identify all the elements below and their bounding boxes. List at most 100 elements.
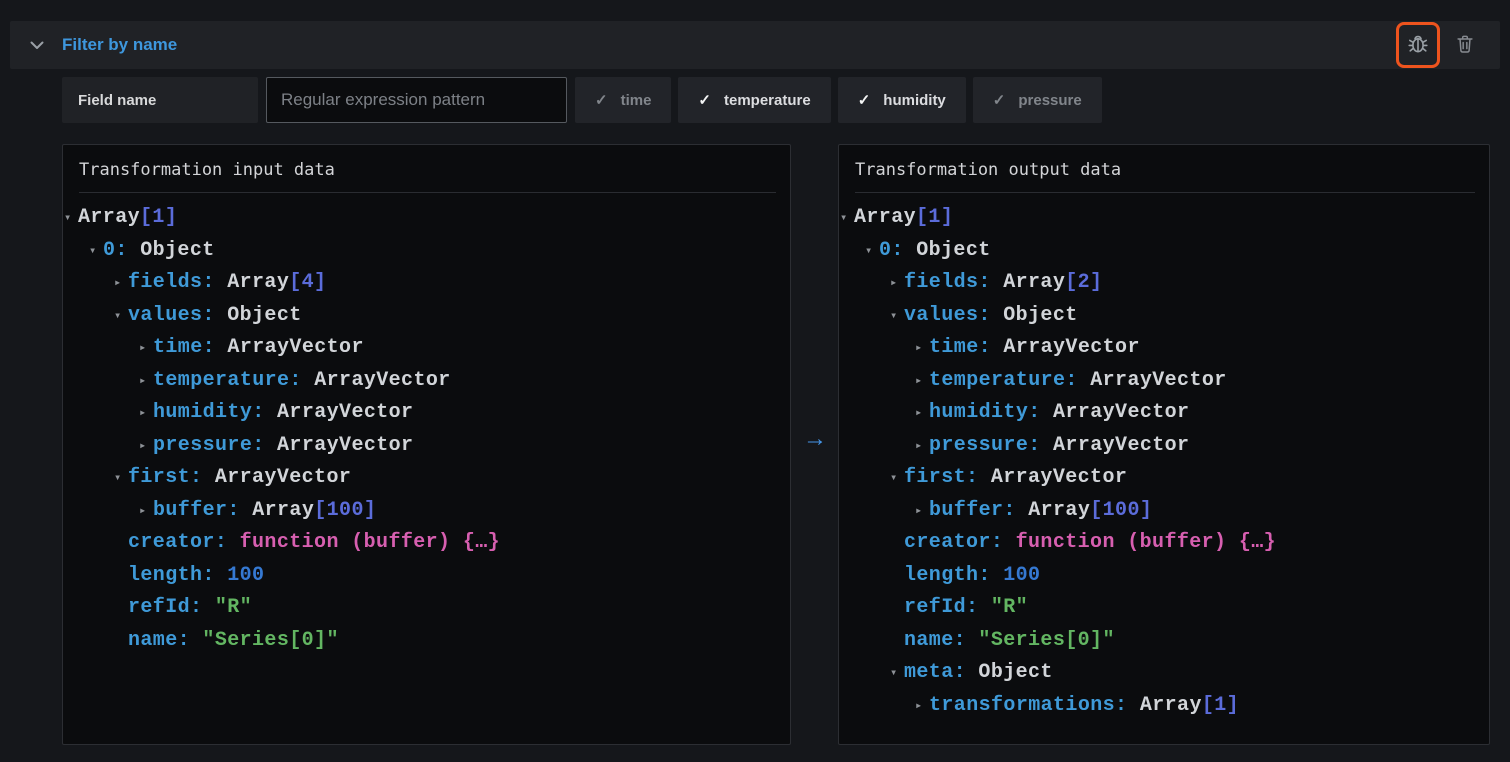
expand-node-icon[interactable]: ▸ <box>139 397 153 430</box>
expand-node-icon[interactable]: ▸ <box>915 690 929 723</box>
section-collapse-toggle[interactable]: Filter by name <box>10 35 177 55</box>
json-tree-row[interactable]: ▸time: ArrayVector <box>63 332 790 365</box>
json-tree-row[interactable]: ▸pressure: ArrayVector <box>839 430 1489 463</box>
json-tree-row[interactable]: ▸humidity: ArrayVector <box>63 397 790 430</box>
collapse-node-icon[interactable]: ▾ <box>64 202 78 235</box>
json-value-num: 100 <box>1003 564 1040 587</box>
field-chip-label: time <box>621 92 652 109</box>
json-tree-row[interactable]: ▾first: ArrayVector <box>63 462 790 495</box>
json-value-str: "R" <box>991 596 1028 619</box>
transform-arrow-icon: → <box>799 423 831 455</box>
expand-node-icon[interactable]: ▸ <box>915 430 929 463</box>
expand-node-icon[interactable]: ▸ <box>139 430 153 463</box>
json-tree-row[interactable]: ▾meta: Object <box>839 657 1489 690</box>
json-value-len: [2] <box>1065 271 1102 294</box>
collapse-node-icon[interactable]: ▾ <box>114 300 128 333</box>
json-tree-row[interactable]: ▸transformations: Array[1] <box>839 690 1489 723</box>
chevron-down-icon[interactable] <box>29 37 45 53</box>
json-value-type: ArrayVector <box>227 336 363 359</box>
expand-node-icon[interactable]: ▸ <box>915 397 929 430</box>
expand-node-icon[interactable]: ▸ <box>139 365 153 398</box>
input-data-panel: Transformation input data ▾Array[1]▾0: O… <box>62 144 791 745</box>
collapse-node-icon[interactable]: ▾ <box>865 235 879 268</box>
json-value-type: Array <box>1003 271 1065 294</box>
json-value-func: function (buffer) {…} <box>1016 531 1276 554</box>
collapse-node-icon[interactable]: ▾ <box>890 657 904 690</box>
json-tree-row[interactable]: ▾first: ArrayVector <box>839 462 1489 495</box>
json-value-type: Array <box>1140 694 1202 717</box>
json-tree-row[interactable]: ▾Array[1] <box>839 202 1489 235</box>
json-key: transformations: <box>929 694 1140 717</box>
field-chip-label: humidity <box>883 92 946 109</box>
json-value-type: ArrayVector <box>1053 434 1189 457</box>
json-tree-row[interactable]: ▸temperature: ArrayVector <box>839 365 1489 398</box>
json-tree-row: name: "Series[0]" <box>63 625 790 658</box>
expand-node-icon[interactable]: ▸ <box>915 332 929 365</box>
field-chip-time[interactable]: ✓ time <box>575 77 671 123</box>
json-value-type: ArrayVector <box>314 369 450 392</box>
expand-node-icon[interactable]: ▸ <box>139 332 153 365</box>
json-key: first: <box>904 466 991 489</box>
json-tree-row: name: "Series[0]" <box>839 625 1489 658</box>
delete-transformation-button[interactable] <box>1450 30 1480 60</box>
json-tree-row[interactable]: ▸buffer: Array[100] <box>63 495 790 528</box>
collapse-node-icon[interactable]: ▾ <box>840 202 854 235</box>
json-tree-row[interactable]: ▸fields: Array[4] <box>63 267 790 300</box>
json-value-type: Object <box>140 239 214 262</box>
expand-node-icon[interactable]: ▸ <box>915 495 929 528</box>
input-panel-title: Transformation input data <box>63 145 790 192</box>
json-key: creator: <box>128 531 240 554</box>
json-tree-row[interactable]: ▾values: Object <box>63 300 790 333</box>
json-tree-row[interactable]: ▾0: Object <box>839 235 1489 268</box>
json-key: name: <box>128 629 202 652</box>
field-chip-label: temperature <box>724 92 811 109</box>
expand-node-icon[interactable]: ▸ <box>890 267 904 300</box>
check-icon: ✓ <box>858 91 871 109</box>
json-tree-row: creator: function (buffer) {…} <box>63 527 790 560</box>
field-chip-humidity[interactable]: ✓ humidity <box>838 77 966 123</box>
json-tree-row[interactable]: ▸time: ArrayVector <box>839 332 1489 365</box>
json-tree-row[interactable]: ▾values: Object <box>839 300 1489 333</box>
json-tree-row[interactable]: ▸buffer: Array[100] <box>839 495 1489 528</box>
json-tree-row: refId: "R" <box>63 592 790 625</box>
json-value-len: [4] <box>289 271 326 294</box>
collapse-node-icon[interactable]: ▾ <box>89 235 103 268</box>
json-tree-row[interactable]: ▸fields: Array[2] <box>839 267 1489 300</box>
input-json-tree: ▾Array[1]▾0: Object▸fields: Array[4]▾val… <box>63 193 790 657</box>
json-key: temperature: <box>153 369 314 392</box>
json-key: buffer: <box>153 499 252 522</box>
json-tree-row[interactable]: ▾0: Object <box>63 235 790 268</box>
regex-pattern-input[interactable] <box>266 77 567 123</box>
json-tree-row[interactable]: ▸humidity: ArrayVector <box>839 397 1489 430</box>
expand-node-icon[interactable]: ▸ <box>915 365 929 398</box>
transformation-title: Filter by name <box>62 35 177 55</box>
json-value-len: [1] <box>140 206 177 229</box>
json-value-num: 100 <box>227 564 264 587</box>
json-key: temperature: <box>929 369 1090 392</box>
field-chip-label: pressure <box>1018 92 1081 109</box>
json-tree-row[interactable]: ▸pressure: ArrayVector <box>63 430 790 463</box>
json-value-len: [100] <box>314 499 376 522</box>
json-value-str: "R" <box>215 596 252 619</box>
json-key: pressure: <box>929 434 1053 457</box>
output-data-panel: Transformation output data ▾Array[1]▾0: … <box>838 144 1490 745</box>
json-value-type: ArrayVector <box>991 466 1127 489</box>
json-value-type: ArrayVector <box>277 434 413 457</box>
collapse-node-icon[interactable]: ▾ <box>890 462 904 495</box>
json-tree-row[interactable]: ▸temperature: ArrayVector <box>63 365 790 398</box>
bug-icon <box>1406 32 1430 59</box>
field-chip-pressure[interactable]: ✓pressure <box>973 77 1102 123</box>
collapse-node-icon[interactable]: ▾ <box>114 462 128 495</box>
json-key: length: <box>128 564 227 587</box>
expand-node-icon[interactable]: ▸ <box>114 267 128 300</box>
expand-node-icon[interactable]: ▸ <box>139 495 153 528</box>
check-icon: ✓ <box>595 91 608 109</box>
json-tree-row[interactable]: ▾Array[1] <box>63 202 790 235</box>
json-value-type: Array <box>78 206 140 229</box>
field-chip-temperature[interactable]: ✓temperature <box>678 77 830 123</box>
json-value-type: Array <box>854 206 916 229</box>
debug-transformation-button[interactable] <box>1396 22 1440 68</box>
collapse-node-icon[interactable]: ▾ <box>890 300 904 333</box>
json-value-type: ArrayVector <box>1053 401 1189 424</box>
json-tree-row: length: 100 <box>839 560 1489 593</box>
